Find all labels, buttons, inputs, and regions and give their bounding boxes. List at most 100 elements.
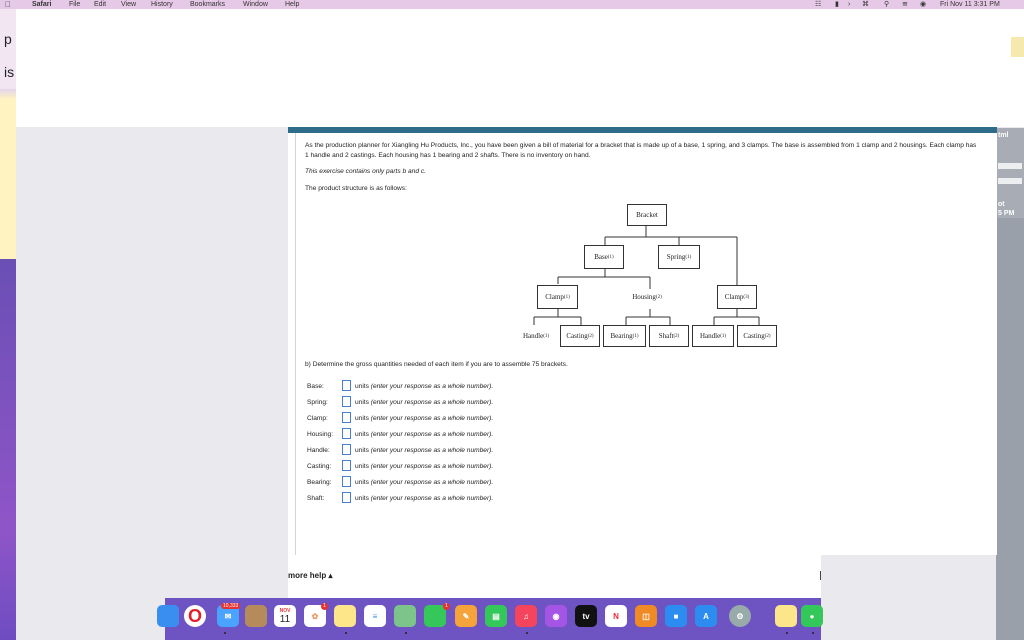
answer-hint: units (enter your response as a whole nu… [355, 463, 494, 470]
answer-label: Shaft: [307, 495, 325, 502]
pages-icon[interactable]: ✎ [455, 605, 477, 627]
answer-row-handle: Handle: units (enter your response as a … [307, 444, 707, 457]
answer-label: Casting: [307, 463, 332, 470]
node-handle-2: Handle (1) [692, 325, 734, 347]
node-clamp-bracket: Clamp (3) [717, 285, 757, 309]
answer-label: Clamp: [307, 415, 328, 422]
apple-menu-icon[interactable]:  [5, 0, 11, 9]
news-icon[interactable]: N [605, 605, 627, 627]
finder-icon[interactable] [157, 605, 179, 627]
running-indicator [224, 632, 226, 634]
maps-icon[interactable] [394, 605, 416, 627]
answer-row-shaft: Shaft: units (enter your response as a w… [307, 492, 707, 505]
node-shaft: Shaft (2) [649, 325, 689, 347]
menu-file[interactable]: File [69, 0, 80, 9]
menu-clock[interactable]: Fri Nov 11 3:31 PM [940, 0, 1000, 9]
background-window-text: 5 PM [998, 210, 1015, 217]
opera-icon[interactable]: O [184, 605, 206, 627]
calendar-icon[interactable]: NOV 11 [274, 605, 296, 627]
menu-help[interactable]: Help [285, 0, 299, 9]
answer-label: Handle: [307, 447, 330, 454]
background-window-edge [1011, 9, 1024, 127]
menu-bookmarks[interactable]: Bookmarks [190, 0, 225, 9]
appletv-icon[interactable]: tv [575, 605, 597, 627]
answer-label: Base: [307, 383, 324, 390]
answer-hint: units (enter your response as a whole nu… [355, 431, 494, 438]
siri-icon[interactable]: ◉ [920, 0, 926, 9]
node-clamp-base: Clamp (1) [537, 285, 578, 309]
handle-input[interactable] [342, 444, 351, 455]
node-handle-1: Handle (1) [522, 332, 550, 340]
node-housing: Housing (2) [632, 293, 662, 301]
answer-label: Housing: [307, 431, 334, 438]
menu-history[interactable]: History [151, 0, 173, 9]
node-bearing: Bearing (1) [603, 325, 646, 347]
wifi-icon[interactable]: ⌘ [862, 0, 869, 9]
books-icon[interactable]: ◫ [635, 605, 657, 627]
stickies-icon[interactable] [775, 605, 797, 627]
dock: O ✉ 10,333 NOV 11 ✿ 1 ≡ 1 ✎ ▤ ♫ ◉ tv N ◫ … [157, 598, 823, 640]
base-input[interactable] [342, 380, 351, 391]
background-window-text: ot [998, 201, 1005, 208]
spring-input[interactable] [342, 396, 351, 407]
badge: 1 [443, 603, 450, 610]
answer-row-base: Base: units (enter your response as a wh… [307, 380, 707, 393]
music-icon[interactable]: ♫ [515, 605, 537, 627]
answer-hint: units (enter your response as a whole nu… [355, 495, 494, 502]
answer-hint: units (enter your response as a whole nu… [355, 399, 494, 406]
keynote-icon[interactable]: ■ [665, 605, 687, 627]
desktop-left-edge: p is [0, 9, 16, 640]
question-b: b) Determine the gross quantities needed… [305, 361, 568, 368]
clamp-input[interactable] [342, 412, 351, 423]
answer-hint: units (enter your response as a whole nu… [355, 447, 494, 454]
answer-hint: units (enter your response as a whole nu… [355, 479, 494, 486]
messages-icon[interactable]: ● [801, 605, 823, 627]
chevron-icon[interactable]: › [848, 0, 850, 9]
settings-icon[interactable]: ⚙ [729, 605, 751, 627]
answer-hint: units (enter your response as a whole nu… [355, 415, 494, 422]
answer-label: Spring: [307, 399, 328, 406]
more-help-link[interactable]: more help ▴ [288, 571, 332, 580]
reminders-icon[interactable]: ≡ [364, 605, 386, 627]
battery-icon[interactable]: ▮ [835, 0, 839, 9]
contacts-icon[interactable] [245, 605, 267, 627]
answer-row-casting: Casting: units (enter your response as a… [307, 460, 707, 473]
podcasts-icon[interactable]: ◉ [545, 605, 567, 627]
appstore-icon[interactable]: A [695, 605, 717, 627]
node-casting-2: Casting (2) [737, 325, 777, 347]
answer-row-bearing: Bearing: units (enter your response as a… [307, 476, 707, 489]
switcher-icon[interactable]: ≌ [902, 0, 908, 9]
running-indicator [812, 632, 814, 634]
background-window-text: tml [998, 132, 1009, 139]
answer-label: Bearing: [307, 479, 332, 486]
browser-blank-area [16, 9, 1011, 127]
control-center-icon[interactable]: ☷ [815, 0, 821, 9]
mail-badge: 10,333 [221, 603, 241, 609]
numbers-icon[interactable]: ▤ [485, 605, 507, 627]
menu-bar:  Safari File Edit View History Bookmark… [0, 0, 1024, 9]
menu-app-name[interactable]: Safari [32, 0, 51, 9]
menu-window[interactable]: Window [243, 0, 268, 9]
answer-row-housing: Housing: units (enter your response as a… [307, 428, 707, 441]
answer-row-spring: Spring: units (enter your response as a … [307, 396, 707, 409]
node-bracket: Bracket [627, 204, 667, 226]
housing-input[interactable] [342, 428, 351, 439]
answer-hint: units (enter your response as a whole nu… [355, 383, 494, 390]
text-cursor [820, 571, 821, 580]
casting-input[interactable] [342, 460, 351, 471]
answer-row-clamp: Clamp: units (enter your response as a w… [307, 412, 707, 425]
bearing-input[interactable] [342, 476, 351, 487]
shaft-input[interactable] [342, 492, 351, 503]
notes-icon[interactable] [334, 605, 356, 627]
footer-area [288, 555, 821, 598]
menu-edit[interactable]: Edit [94, 0, 106, 9]
node-base: Base (1) [584, 245, 624, 269]
node-casting-1: Casting (2) [560, 325, 600, 347]
running-indicator [526, 632, 528, 634]
running-indicator [786, 632, 788, 634]
background-window-right: tml ot 5 PM [996, 128, 1024, 640]
background-window-text: is [4, 64, 15, 80]
badge: 1 [321, 603, 328, 610]
menu-view[interactable]: View [121, 0, 136, 9]
search-icon[interactable]: ⚲ [884, 0, 889, 9]
